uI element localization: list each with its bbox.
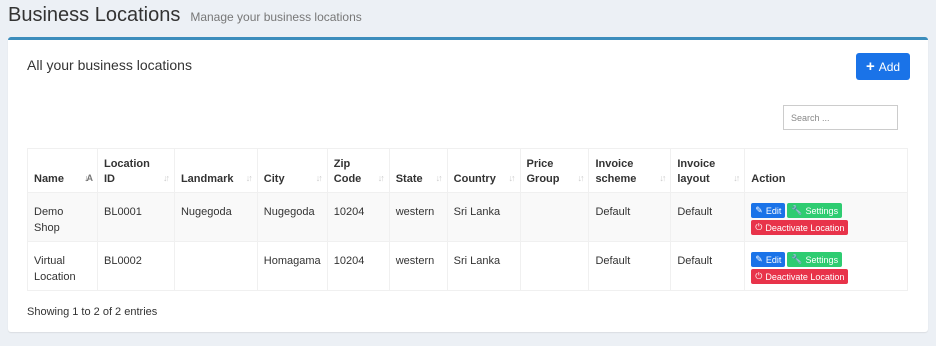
sort-icon: ↓↑ (508, 173, 516, 183)
sort-icon: ↓↑ (577, 173, 584, 183)
deactivate-button[interactable]: ⏻ Deactivate Location (751, 269, 849, 284)
sort-icon: ↓↑ (315, 173, 323, 183)
table-row: Demo Shop BL0001 Nugegoda Nugegoda 10204… (27, 192, 908, 242)
cell-zip: 10204 (326, 241, 390, 291)
column-header-action: Action (744, 148, 908, 193)
search-input[interactable] (783, 105, 898, 130)
page-title: Business Locations (8, 4, 181, 26)
locations-box: All your business locations + Add Name↓ … (8, 37, 928, 332)
column-header-price-group[interactable]: Price Group ↓↑ (519, 148, 590, 193)
sort-icon: ↓↑ (162, 173, 170, 183)
cell-price-group (519, 241, 590, 291)
column-header-location-id[interactable]: Location ID ↓↑ (96, 148, 175, 193)
power-icon: ⏻ (755, 222, 763, 232)
edit-button[interactable]: ✎ Edit (751, 203, 786, 218)
table-header-row: Name ↓ A Location ID ↓↑ Landmark ↓↑ City ↓↑ … (27, 148, 908, 193)
column-header-landmark[interactable]: Landmark ↓↑ (173, 148, 258, 193)
sort-icon: ↓↑ (733, 173, 740, 183)
sort-asc-icon: ↓ A (84, 173, 93, 183)
power-icon: ⏻ (755, 271, 763, 281)
cell-state: western (388, 192, 448, 242)
sort-icon: ↓↑ (659, 173, 666, 183)
cell-country: Sri Lanka (446, 192, 521, 242)
add-button[interactable]: + Add (856, 53, 910, 80)
settings-button[interactable]: 🔧 Settings (787, 252, 843, 267)
box-title: All your business locations (27, 57, 192, 73)
row-actions: ✎ Edit 🔧 Settings ⏻ Deactivate Location (751, 203, 861, 235)
add-button-label: Add (878, 59, 901, 74)
edit-icon: ✎ (755, 254, 763, 264)
cell-city: Nugegoda (256, 192, 328, 242)
column-header-country[interactable]: Country ↓↑ (446, 148, 521, 193)
cell-state: western (388, 241, 448, 291)
row-actions: ✎ Edit 🔧 Settings ⏻ Deactivate Location (751, 252, 861, 284)
cell-landmark: Nugegoda (173, 192, 258, 242)
plus-icon: + (865, 58, 875, 75)
cell-city: Homagama (256, 241, 328, 291)
deactivate-button[interactable]: ⏻ Deactivate Location (751, 220, 849, 235)
cell-location-id: BL0001 (96, 192, 175, 242)
cell-name: Demo Shop (27, 192, 98, 242)
cell-landmark (173, 241, 258, 291)
cell-invoice-scheme: Default (588, 192, 672, 242)
cell-action: ✎ Edit 🔧 Settings ⏻ Deactivate Location (744, 241, 908, 291)
table-info: Showing 1 to 2 of 2 entries (27, 306, 158, 318)
sort-icon: ↓↑ (435, 173, 443, 183)
table-row: Virtual Location BL0002 Homagama 10204 w… (27, 241, 908, 291)
wrench-icon: 🔧 (791, 254, 803, 264)
cell-invoice-layout: Default (670, 192, 746, 242)
locations-table: Name ↓ A Location ID ↓↑ Landmark ↓↑ City ↓↑ … (27, 148, 908, 291)
edit-button[interactable]: ✎ Edit (751, 252, 786, 267)
column-header-name[interactable]: Name ↓ A (27, 148, 98, 193)
cell-location-id: BL0002 (96, 241, 175, 291)
column-header-invoice-scheme[interactable]: Invoice scheme ↓↑ (588, 148, 672, 193)
cell-invoice-scheme: Default (588, 241, 672, 291)
page-header: Business Locations Manage your business … (8, 4, 362, 27)
column-header-city[interactable]: City ↓↑ (256, 148, 328, 193)
page-subtitle: Manage your business locations (190, 10, 362, 24)
sort-icon: ↓↑ (377, 173, 385, 183)
edit-icon: ✎ (755, 205, 763, 215)
column-header-zip-code[interactable]: Zip Code ↓↑ (326, 148, 390, 193)
column-header-state[interactable]: State ↓↑ (388, 148, 448, 193)
cell-country: Sri Lanka (446, 241, 521, 291)
cell-zip: 10204 (326, 192, 390, 242)
sort-icon: ↓↑ (245, 173, 253, 183)
cell-price-group (519, 192, 590, 242)
column-header-invoice-layout[interactable]: Invoice layout ↓↑ (670, 148, 746, 193)
cell-invoice-layout: Default (670, 241, 746, 291)
wrench-icon: 🔧 (791, 205, 803, 215)
cell-name: Virtual Location (27, 241, 98, 291)
cell-action: ✎ Edit 🔧 Settings ⏻ Deactivate Location (744, 192, 908, 242)
settings-button[interactable]: 🔧 Settings (787, 203, 843, 218)
